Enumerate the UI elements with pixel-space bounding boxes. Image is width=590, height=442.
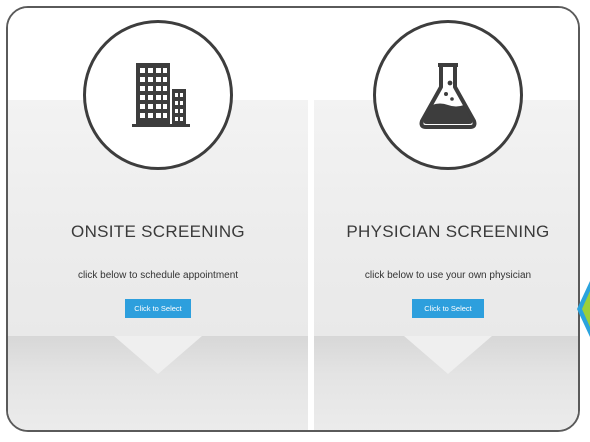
card-subtitle: click below to use your own physician [364,270,532,281]
physician-screening-card: PHYSICIAN SCREENING click below to use y… [314,8,578,430]
card-subtitle: click below to schedule appointment [77,270,239,281]
onsite-select-button[interactable]: Click to Select [125,299,191,318]
lab-flask-icon [419,63,477,129]
physician-select-button[interactable]: Click to Select [412,299,484,318]
screening-options-panel: ONSITE SCREENING click below to schedule… [6,6,580,432]
icon-circle [373,20,523,170]
accent-diamond-icon [577,281,590,337]
down-chevron-shape [114,336,202,374]
office-building-icon [132,63,190,127]
card-title: ONSITE SCREENING [71,222,245,241]
down-chevron-shape [404,336,492,374]
onsite-screening-card: ONSITE SCREENING click below to schedule… [8,8,308,430]
icon-circle [83,20,233,170]
card-title: PHYSICIAN SCREENING [346,222,550,241]
